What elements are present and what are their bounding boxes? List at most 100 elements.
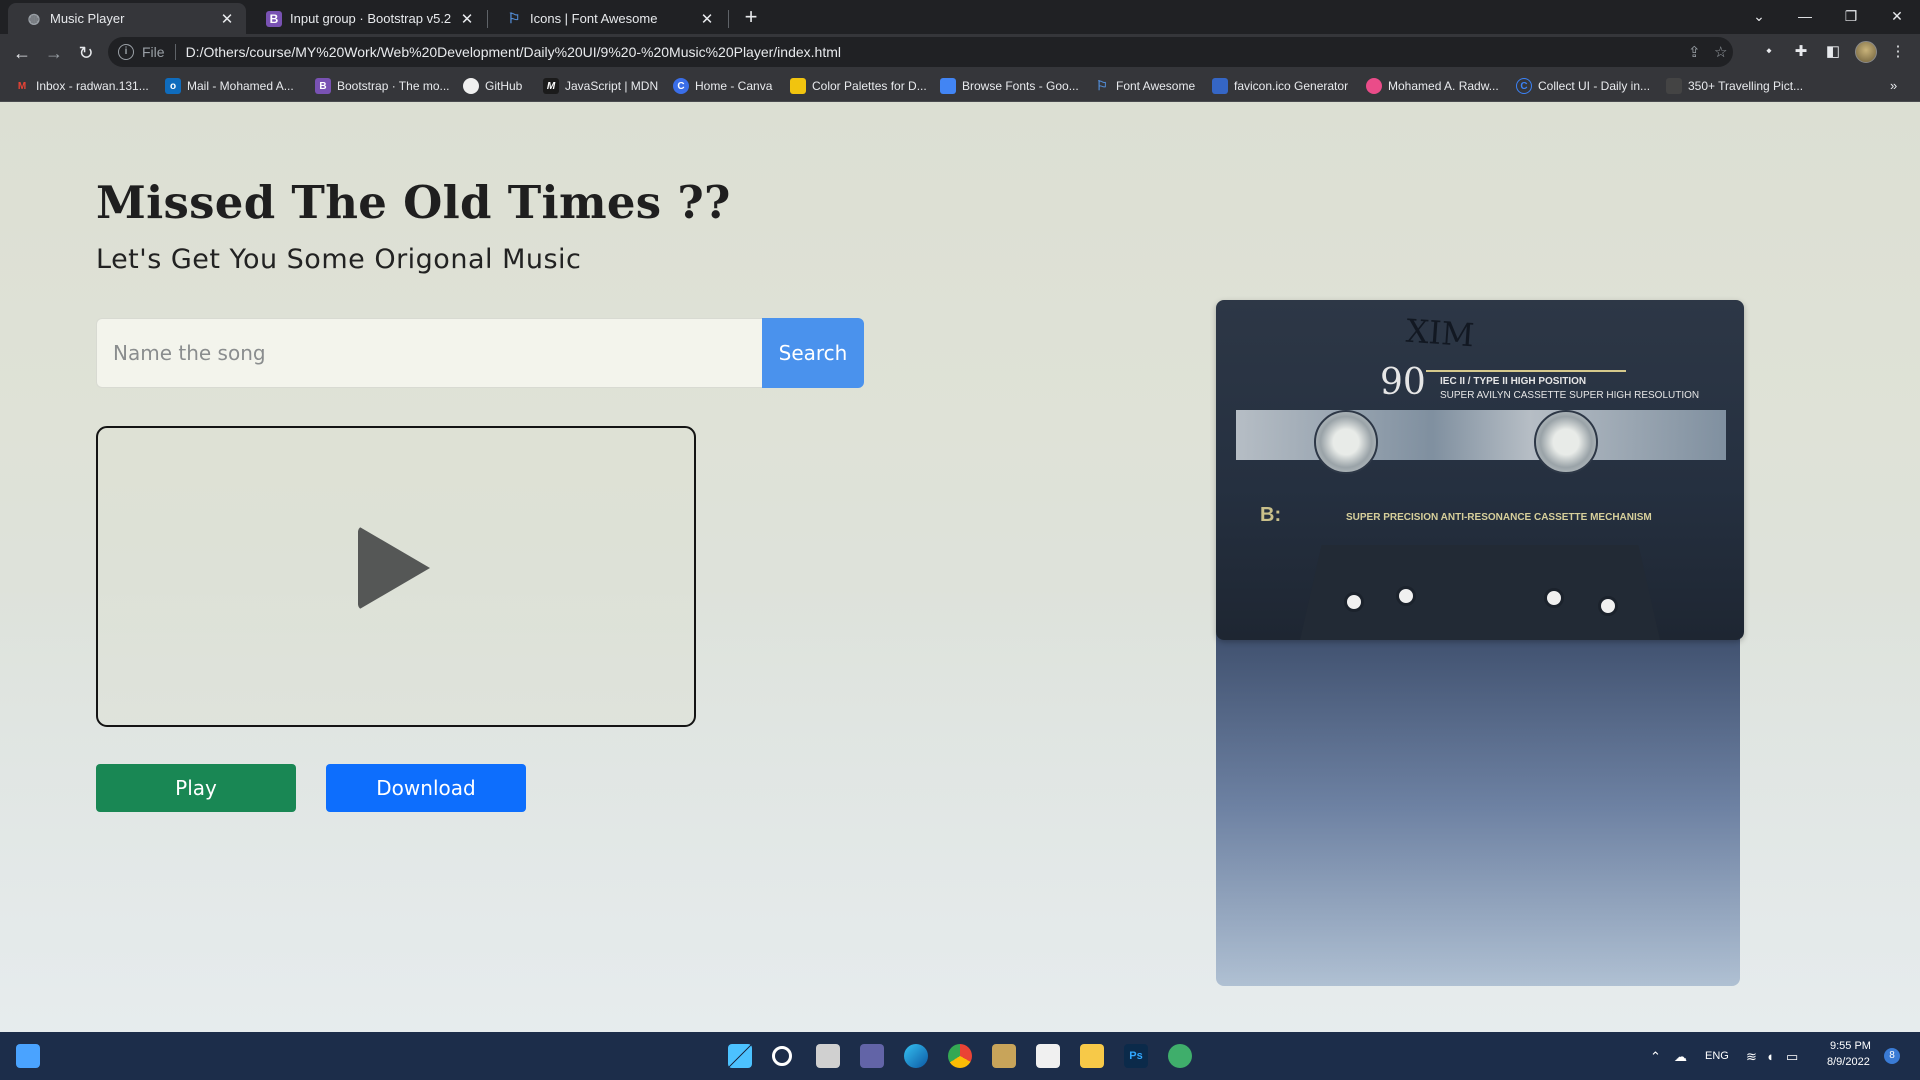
search-icon[interactable] xyxy=(772,1046,792,1066)
mail-icon[interactable] xyxy=(1036,1044,1060,1068)
tab-title: Icons | Font Awesome xyxy=(530,11,658,26)
photoshop-icon[interactable]: Ps xyxy=(1124,1044,1148,1068)
canva-icon: C xyxy=(673,78,689,94)
more-bookmarks-icon[interactable]: » xyxy=(1890,78,1897,93)
bookmark-google-fonts[interactable]: Browse Fonts - Goo... xyxy=(940,76,1079,96)
bookmark-collect-ui[interactable]: C Collect UI - Daily in... xyxy=(1516,76,1650,96)
flag-icon: ⚐ xyxy=(507,10,521,26)
bookmark-label: Mohamed A. Radw... xyxy=(1388,79,1499,93)
bookmark-label: JavaScript | MDN xyxy=(565,79,659,93)
page-title: Missed The Old Times ?? xyxy=(96,176,731,229)
bookmark-label: favicon.ico Generator xyxy=(1234,79,1349,93)
widgets-icon[interactable] xyxy=(16,1044,40,1068)
close-icon[interactable]: ✕ xyxy=(698,10,716,28)
video-player[interactable] xyxy=(96,426,696,727)
mdn-icon: M xyxy=(543,78,559,94)
tab-bootstrap[interactable]: B Input group · Bootstrap v5.2 ✕ xyxy=(248,3,486,34)
puzzle-icon[interactable]: ✚ xyxy=(1791,42,1811,62)
bookmark-dribbble[interactable]: Mohamed A. Radw... xyxy=(1366,76,1499,96)
bookmark-star-icon[interactable]: ☆ xyxy=(1714,43,1727,61)
cloud-icon[interactable]: ☁ xyxy=(1674,1049,1687,1065)
task-view-icon[interactable] xyxy=(816,1044,840,1068)
bookmark-favicon-generator[interactable]: favicon.ico Generator xyxy=(1212,76,1348,96)
tab-title: Music Player xyxy=(50,11,125,26)
cassette-handwriting: XIM xyxy=(1404,311,1476,355)
palette-icon xyxy=(790,78,806,94)
bookmark-bootstrap[interactable]: B Bootstrap · The mo... xyxy=(315,76,450,96)
song-search-group: Search xyxy=(96,318,864,388)
clock-time[interactable]: 9:55 PM xyxy=(1830,1040,1871,1052)
tab-separator xyxy=(728,10,729,28)
address-bar[interactable]: i File D:/Others/course/MY%20Work/Web%20… xyxy=(108,37,1733,67)
play-icon[interactable] xyxy=(358,526,430,610)
bookmark-github[interactable]: GitHub xyxy=(463,76,522,96)
reload-icon[interactable]: ↻ xyxy=(72,39,100,67)
new-tab-button[interactable]: + xyxy=(737,4,765,32)
wifi-icon[interactable]: ≋ xyxy=(1746,1049,1757,1065)
chevron-up-icon[interactable]: ⌃ xyxy=(1650,1049,1661,1065)
url-text[interactable]: D:/Others/course/MY%20Work/Web%20Develop… xyxy=(186,44,841,60)
cassette-tape-window xyxy=(1236,410,1726,460)
bookmark-label: Bootstrap · The mo... xyxy=(337,79,450,93)
url-scheme: File xyxy=(142,44,176,60)
tab-title: Input group · Bootstrap v5.2 xyxy=(290,11,452,26)
collectui-icon: C xyxy=(1516,78,1532,94)
clock-date[interactable]: 8/9/2022 xyxy=(1827,1056,1870,1068)
edge-icon[interactable] xyxy=(904,1044,928,1068)
notification-badge[interactable]: 8 xyxy=(1884,1048,1900,1064)
extension-icon[interactable]: ⬩ xyxy=(1759,42,1779,62)
bookmark-canva[interactable]: C Home - Canva xyxy=(673,76,772,96)
bookmark-font-awesome[interactable]: ⚐ Font Awesome xyxy=(1094,76,1195,96)
cassette-reflection xyxy=(1216,626,1740,986)
file-explorer-icon[interactable] xyxy=(1080,1044,1104,1068)
dribbble-icon xyxy=(1366,78,1382,94)
menu-icon[interactable]: ⋮ xyxy=(1888,42,1908,62)
bookmark-mdn[interactable]: M JavaScript | MDN xyxy=(543,76,658,96)
teams-icon[interactable] xyxy=(860,1044,884,1068)
info-icon[interactable]: i xyxy=(118,44,134,60)
tab-search-icon[interactable]: ⌄ xyxy=(1736,0,1782,32)
back-icon[interactable]: ← xyxy=(8,39,36,67)
tab-font-awesome[interactable]: ⚐ Icons | Font Awesome ✕ xyxy=(488,3,726,34)
close-icon[interactable]: ✕ xyxy=(218,10,236,28)
bootstrap-icon: B xyxy=(266,10,282,27)
restore-icon[interactable]: ❐ xyxy=(1828,0,1874,32)
league-icon[interactable] xyxy=(992,1044,1016,1068)
tab-music-player[interactable]: ◍ Music Player ✕ xyxy=(8,3,246,34)
folder-icon xyxy=(1666,78,1682,94)
share-icon[interactable]: ⇪ xyxy=(1688,43,1701,61)
close-icon[interactable]: ✕ xyxy=(458,10,476,28)
download-button[interactable]: Download xyxy=(326,764,526,812)
github-icon xyxy=(463,78,479,94)
cassette-label-line1: IEC II / TYPE II HIGH POSITION xyxy=(1440,376,1587,387)
bookmark-label: Collect UI - Daily in... xyxy=(1538,79,1651,93)
bootstrap-icon: B xyxy=(315,78,331,94)
forward-icon[interactable]: → xyxy=(40,39,68,67)
bookmark-label: Browse Fonts - Goo... xyxy=(962,79,1079,93)
bookmark-gmail[interactable]: M Inbox - radwan.131... xyxy=(14,76,149,96)
tab-strip: ◍ Music Player ✕ B Input group · Bootstr… xyxy=(0,0,1920,34)
vpn-icon[interactable] xyxy=(1168,1044,1192,1068)
bookmarks-bar: M Inbox - radwan.131... o Mail - Mohamed… xyxy=(0,70,1920,102)
cassette-label-rule xyxy=(1426,370,1626,372)
volume-icon[interactable]: ◖ xyxy=(1766,1049,1774,1064)
google-fonts-icon xyxy=(940,78,956,94)
battery-icon[interactable]: ▭ xyxy=(1786,1049,1798,1065)
song-search-input[interactable] xyxy=(96,318,762,388)
cassette-side: B: xyxy=(1260,504,1282,526)
bookmark-travelling-pictures[interactable]: 350+ Travelling Pict... xyxy=(1666,76,1803,96)
window-close-icon[interactable]: ✕ xyxy=(1874,0,1920,32)
bookmark-color-palettes[interactable]: Color Palettes for D... xyxy=(790,76,927,96)
start-icon[interactable] xyxy=(728,1044,752,1068)
chrome-icon[interactable] xyxy=(948,1044,972,1068)
cassette-label-line2: SUPER AVILYN CASSETTE SUPER HIGH RESOLUT… xyxy=(1440,390,1700,401)
windows-taskbar: Ps ⌃ ☁ ENG ≋ ◖ ▭ 9:55 PM 8/9/2022 8 xyxy=(0,1032,1920,1080)
bookmark-outlook[interactable]: o Mail - Mohamed A... xyxy=(165,76,294,96)
language-indicator[interactable]: ENG xyxy=(1705,1050,1729,1062)
play-button[interactable]: Play xyxy=(96,764,296,812)
side-panel-icon[interactable]: ◧ xyxy=(1823,42,1843,62)
minimize-icon[interactable]: — xyxy=(1782,0,1828,32)
bookmark-label: Home - Canva xyxy=(695,79,773,93)
profile-avatar[interactable] xyxy=(1855,41,1877,63)
search-button[interactable]: Search xyxy=(762,318,864,388)
